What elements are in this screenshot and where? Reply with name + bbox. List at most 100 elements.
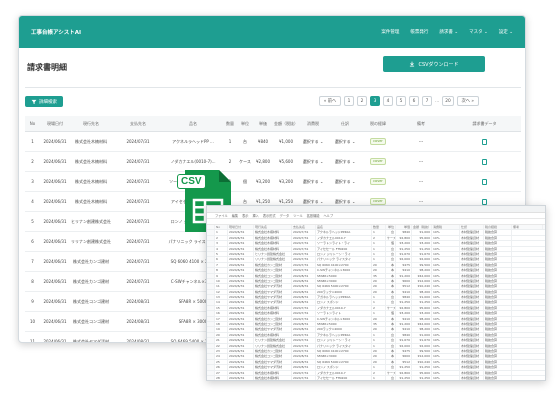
sheet-cell[interactable]: 株式会社カンゴ建材 — [254, 268, 292, 273]
sheet-cell[interactable]: 本 — [386, 327, 396, 332]
sheet-cell[interactable]: ケース — [386, 305, 396, 311]
sheet-cell[interactable]: 株式会社木楠材料 — [254, 311, 292, 316]
sheet-cell[interactable]: ¥600 — [396, 354, 412, 359]
sheet-cell[interactable]: 10% — [432, 235, 460, 241]
sheet-menu-item[interactable]: ツール — [293, 213, 303, 218]
sheet-cell[interactable]: 2024/7/31 — [292, 235, 316, 241]
sheet-cell[interactable]: ¥475 — [396, 262, 412, 268]
sheet-cell[interactable]: ¥5,600 — [412, 235, 432, 241]
sheet-cell[interactable]: 200ラック×4000 — [316, 289, 372, 295]
sheet-cell[interactable]: ¥42,000 — [412, 322, 432, 327]
sheet-cell[interactable]: 税抜合算 — [484, 322, 512, 327]
sheet-cell[interactable]: 10 — [215, 278, 228, 284]
sheet-cell[interactable]: 2024/7/31 — [292, 348, 316, 354]
sheet-cell[interactable]: 1 — [372, 251, 386, 257]
sheet-cell[interactable]: 19 — [215, 327, 228, 332]
sheet-cell[interactable]: ¥1,250 — [396, 365, 412, 370]
sheet-cell[interactable]: 1 — [372, 230, 386, 235]
sheet-cell[interactable]: 2 — [215, 235, 228, 241]
sheet-cell[interactable]: ¥42,000 — [412, 273, 432, 278]
sheet-cell[interactable]: 2024/6/31 — [228, 262, 254, 268]
sheet-cell[interactable]: 27 — [215, 370, 228, 375]
sheet-cell[interactable]: ¥1,000 — [412, 295, 432, 300]
sheet-cell[interactable]: 2 — [372, 305, 386, 311]
sheet-menu-item[interactable]: ヘルプ — [324, 213, 334, 218]
sheet-cell[interactable]: ¥512 — [396, 359, 412, 365]
sheet-cell[interactable]: 2024/7/31 — [292, 241, 316, 246]
sheet-cell[interactable]: 8 — [215, 268, 228, 273]
sheet-cell[interactable]: 木材建築資材 — [460, 354, 484, 359]
sheet-cell[interactable]: ¥5,600 — [412, 370, 432, 375]
sheet-cell[interactable]: ¥410 — [396, 289, 412, 295]
sheet-cell[interactable]: 2024/8/31 — [292, 354, 316, 359]
sheet-cell[interactable]: 台 — [386, 230, 396, 235]
sheet-cell[interactable]: 1 — [372, 343, 386, 348]
sheet-cell[interactable]: 木材建築資材 — [460, 359, 484, 365]
sheet-cell[interactable]: ¥1,670 — [396, 251, 412, 257]
sheet-cell[interactable]: ¥8,200 — [412, 327, 432, 332]
sheet-cell[interactable]: 税抜合算 — [484, 348, 512, 354]
sheet-cell[interactable]: 2024/8/31 — [292, 365, 316, 370]
sheet-cell[interactable]: ¥410 — [396, 327, 412, 332]
csv-download-button[interactable]: CSVダウンロード — [383, 56, 485, 72]
sheet-cell[interactable]: 6 — [215, 257, 228, 262]
sheet-cell[interactable]: 10% — [432, 348, 460, 354]
sheet-cell[interactable]: 10% — [432, 316, 460, 322]
sheet-cell[interactable]: 2024/6/31 — [228, 305, 254, 311]
sheet-cell[interactable]: 2024/8/31 — [292, 284, 316, 289]
sheet-cell[interactable]: 本 — [386, 348, 396, 354]
sheet-cell[interactable]: 2024/6/31 — [228, 359, 254, 365]
sheet-cell[interactable]: アクネルラヘッドPP40A — [316, 332, 372, 338]
sheet-cell[interactable]: 木材建築資材 — [460, 251, 484, 257]
sheet-cell[interactable]: 24 — [215, 354, 228, 359]
sheet-cell[interactable]: 木材建築資材 — [460, 230, 484, 235]
sheet-menu-item[interactable]: 表示形式 — [263, 213, 276, 218]
sheet-cell[interactable]: ケース — [386, 235, 396, 241]
sheet-cell[interactable]: 200ラック×4000 — [316, 327, 372, 332]
sheet-cell[interactable]: 税抜合算 — [484, 241, 512, 246]
sheet-cell[interactable]: ¥840 — [396, 295, 412, 300]
sheet-cell[interactable]: 2 — [372, 235, 386, 241]
sheet-cell[interactable]: 10% — [432, 365, 460, 370]
page-button-2[interactable]: 2 — [357, 96, 367, 106]
sheet-cell[interactable]: 木材建築資材 — [460, 268, 484, 273]
sheet-cell[interactable]: 税抜合算 — [484, 370, 512, 375]
sheet-cell[interactable]: 1 — [372, 257, 386, 262]
sheet-cell[interactable]: SQ 6060 4100×2700 — [316, 348, 372, 354]
nav-item-forms[interactable]: 帳票発行 — [410, 29, 428, 35]
page-next-button[interactable]: 次へ » — [456, 96, 479, 106]
sheet-cell[interactable]: 2024/6/31 — [228, 322, 254, 327]
sheet-cell[interactable]: 株式会社ヤマダ汚材 — [254, 359, 292, 365]
sheet-cell[interactable]: ¥8,200 — [412, 316, 432, 322]
sheet-cell[interactable]: 28 — [215, 375, 228, 380]
sheet-cell[interactable]: 10% — [432, 305, 460, 311]
sheet-cell[interactable]: 本 — [386, 262, 396, 268]
sheet-cell[interactable]: 木材建築資材 — [460, 295, 484, 300]
sheet-cell[interactable]: ¥3,200 — [412, 241, 432, 246]
sheet-cell[interactable]: 2024/6/31 — [228, 338, 254, 343]
sheet-cell[interactable]: 税抜合算 — [484, 354, 512, 359]
sheet-cell[interactable]: 木材建築資材 — [460, 246, 484, 251]
page-button-4[interactable]: 4 — [383, 96, 393, 106]
sheet-cell[interactable]: 税抜合算 — [484, 359, 512, 365]
table-row[interactable]: 2 2024/06/31 株式会社木楠材料 2024/07/31 ノダカナエル(0010… — [25, 152, 521, 172]
sheet-cell[interactable]: ¥410 — [396, 268, 412, 273]
page-prev-button[interactable]: « 前へ — [319, 96, 341, 106]
nav-item-invoices[interactable]: 請求書 ⌄ — [439, 29, 458, 35]
sheet-cell[interactable]: 税抜合算 — [484, 230, 512, 235]
select-dropdown[interactable]: 選択する ⌄ — [328, 179, 362, 185]
sheet-cell[interactable]: 木材建築資材 — [460, 348, 484, 354]
sheet-cell[interactable]: 10% — [432, 311, 460, 316]
document-icon[interactable] — [482, 198, 487, 205]
sheet-cell[interactable]: ¥10,240 — [412, 284, 432, 289]
sheet-cell[interactable]: 20 — [372, 327, 386, 332]
sheet-cell[interactable]: 10% — [432, 268, 460, 273]
sheet-cell[interactable]: 20 — [372, 262, 386, 268]
sheet-cell[interactable]: 10% — [432, 327, 460, 332]
sheet-cell[interactable]: ロンノ スポンド — [316, 300, 372, 305]
sheet-cell[interactable]: 10% — [432, 257, 460, 262]
sheet-cell[interactable]: SQ 6469 5400×2700 — [316, 284, 372, 289]
sheet-cell[interactable]: SFA8R×3000 — [316, 278, 372, 284]
sheet-cell[interactable]: ¥600 — [396, 278, 412, 284]
sheet-cell[interactable]: 2024/6/31 — [228, 370, 254, 375]
